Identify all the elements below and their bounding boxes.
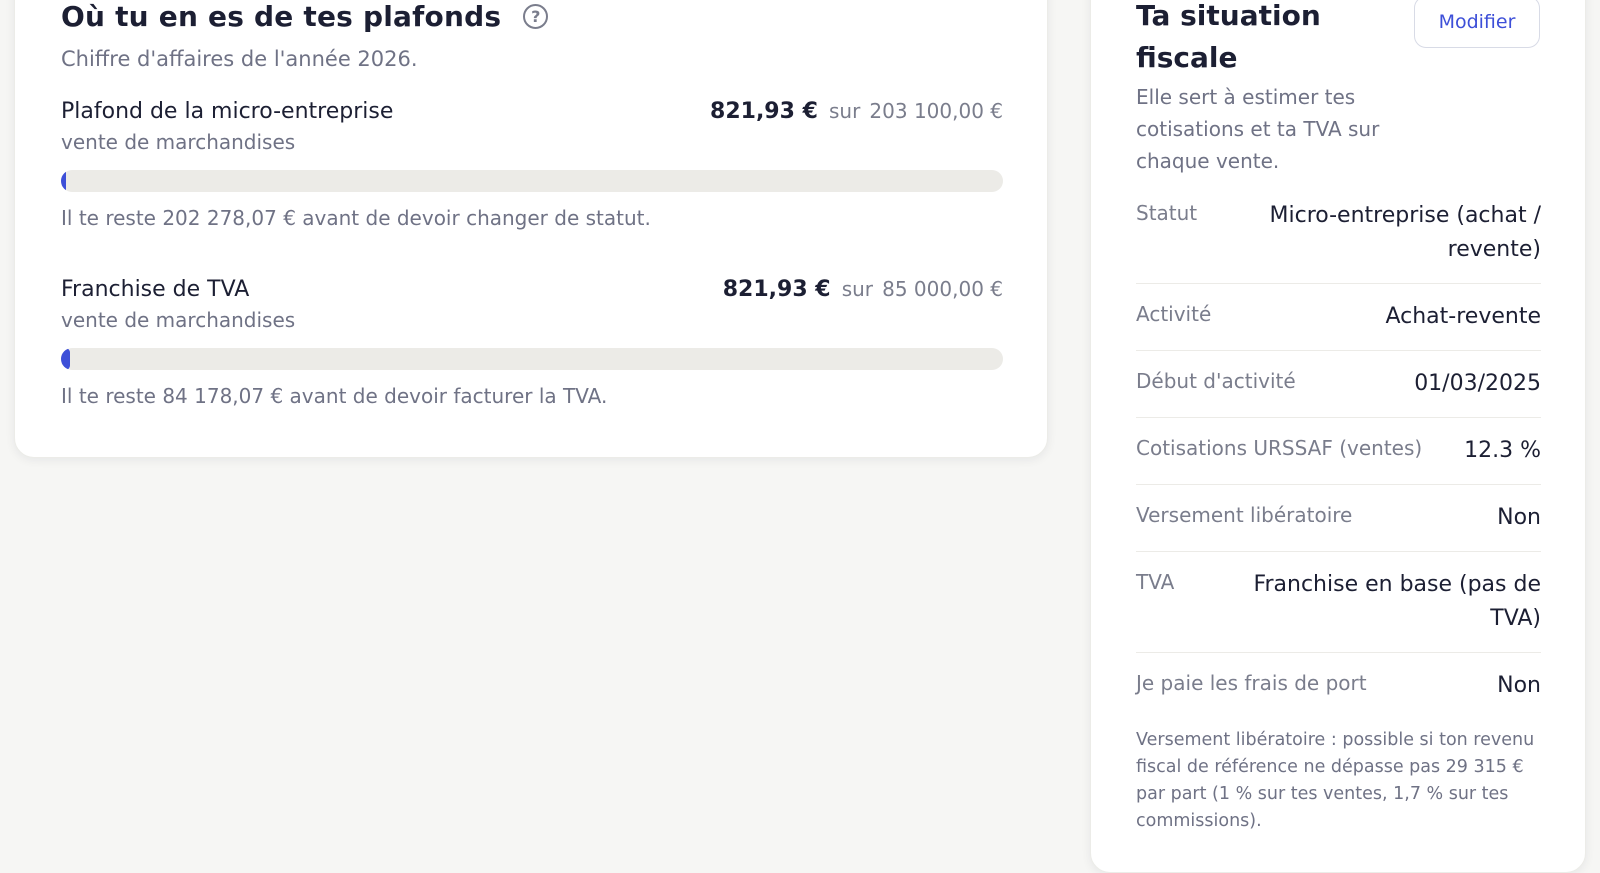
info-label: Cotisations URSSAF (ventes) (1136, 436, 1423, 460)
info-row-statut: Statut Micro-entreprise (achat / revente… (1136, 183, 1541, 284)
limit-separator: sur (828, 99, 861, 123)
modify-button[interactable]: Modifier (1414, 0, 1540, 48)
limit-max-value: 203 100,00 € (869, 99, 1003, 123)
info-value: Micro-entreprise (achat / revente) (1269, 203, 1542, 262)
info-value: Franchise en base (pas de TVA) (1253, 572, 1541, 631)
progress-fill (61, 348, 71, 370)
limit-franchise-tva: Franchise de TVA 821,93 € sur 85 000,00 … (61, 277, 1003, 408)
limit-name: Plafond de la micro-entreprise (61, 99, 394, 124)
progress-bar-micro (61, 170, 1003, 192)
info-row-tva: TVA Franchise en base (pas de TVA) (1136, 552, 1541, 653)
info-row-cotisations: Cotisations URSSAF (ventes) 12.3 % (1136, 418, 1541, 485)
info-row-activite: Activité Achat-revente (1136, 284, 1541, 351)
limit-remaining: Il te reste 84 178,07 € avant de devoir … (61, 384, 608, 408)
info-label: Début d'activité (1136, 369, 1296, 393)
situation-fiscale-title: Ta situation fiscale (1136, 0, 1321, 74)
plafonds-title: Où tu en es de tes plafonds (61, 0, 502, 33)
limit-current-value: 821,93 € (710, 99, 818, 124)
limit-name: Franchise de TVA (61, 277, 250, 302)
help-icon[interactable]: ? (523, 4, 549, 29)
limit-micro-entreprise: Plafond de la micro-entreprise 821,93 € … (61, 99, 1003, 230)
info-row-versement-liberatoire: Versement libératoire Non (1136, 485, 1541, 552)
versement-liberatoire-note: Versement libératoire : possible si ton … (1136, 730, 1535, 831)
fiscal-info-list: Statut Micro-entreprise (achat / revente… (1136, 183, 1541, 719)
limit-values: 821,93 € sur 85 000,00 € (723, 277, 1003, 302)
plafonds-header: Où tu en es de tes plafonds ? (61, 0, 549, 33)
limit-values: 821,93 € sur 203 100,00 € (710, 99, 1003, 124)
info-row-debut-activite: Début d'activité 01/03/2025 (1136, 351, 1541, 418)
info-value: 01/03/2025 (1414, 371, 1541, 396)
limit-remaining: Il te reste 202 278,07 € avant de devoir… (61, 206, 651, 230)
limit-header-row: Plafond de la micro-entreprise 821,93 € … (61, 99, 1003, 124)
info-value: Achat-revente (1385, 304, 1541, 329)
info-row-frais-port: Je paie les frais de port Non (1136, 653, 1541, 719)
limit-separator: sur (841, 277, 874, 301)
progress-fill (61, 170, 66, 192)
limit-subtitle: vente de marchandises (61, 130, 296, 154)
limit-header-row: Franchise de TVA 821,93 € sur 85 000,00 … (61, 277, 1003, 302)
limit-current-value: 821,93 € (722, 277, 831, 302)
info-label: Statut (1136, 201, 1198, 225)
info-label: Versement libératoire (1136, 503, 1353, 527)
info-value: Non (1497, 505, 1541, 530)
situation-fiscale-description: Elle sert à estimer tes cotisations et t… (1136, 85, 1380, 173)
info-value: 12.3 % (1464, 438, 1541, 463)
info-label: Je paie les frais de port (1136, 671, 1367, 695)
plafonds-card: Où tu en es de tes plafonds ? Chiffre d'… (14, 0, 1048, 458)
progress-bar-tva (61, 348, 1003, 370)
info-value: Non (1497, 673, 1541, 698)
plafonds-subtitle: Chiffre d'affaires de l'année 2026. (61, 47, 418, 71)
limit-subtitle: vente de marchandises (61, 308, 296, 332)
info-label: TVA (1136, 570, 1175, 594)
limit-max-value: 85 000,00 € (882, 277, 1003, 301)
situation-fiscale-card: Ta situation fiscale Modifier Elle sert … (1090, 0, 1586, 873)
info-label: Activité (1136, 302, 1212, 326)
